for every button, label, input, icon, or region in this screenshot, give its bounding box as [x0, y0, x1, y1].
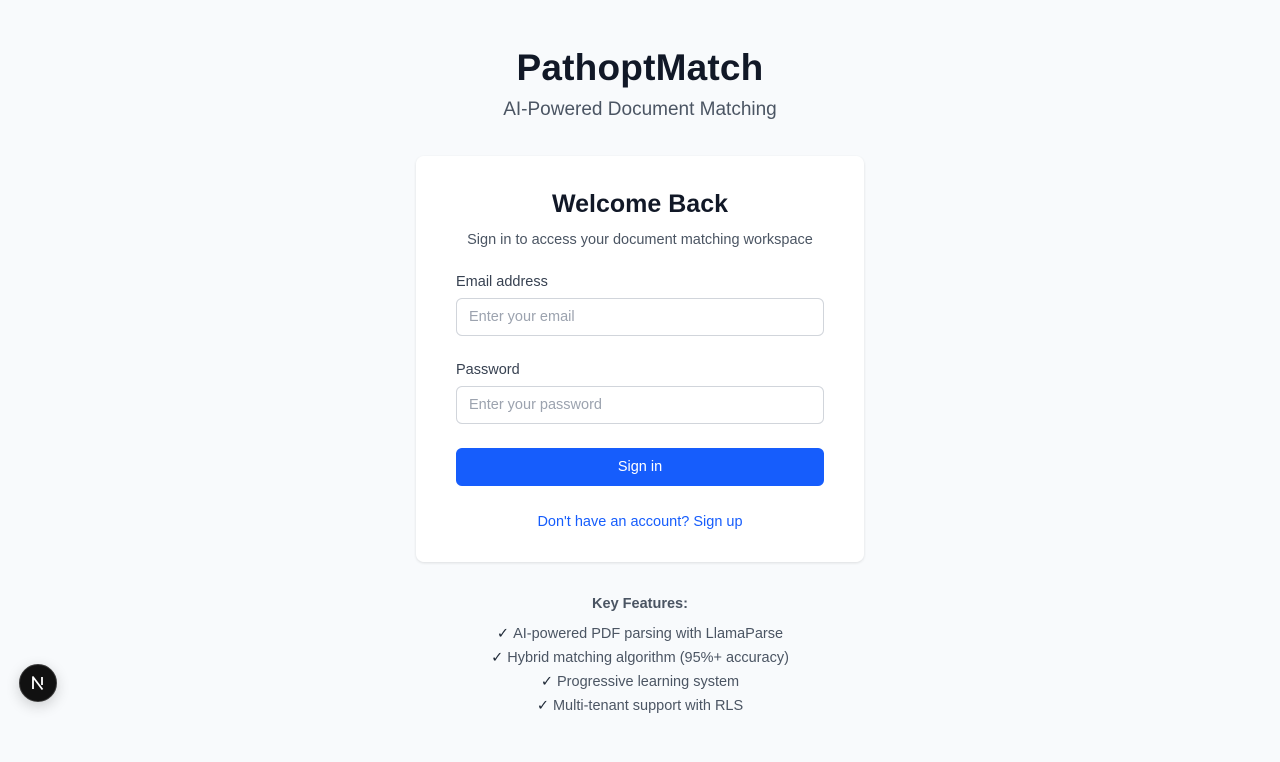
checkmark-icon: ✓: [540, 674, 553, 690]
feature-item: ✓ Hybrid matching algorithm (95%+ accurac…: [0, 646, 1280, 670]
features-list: ✓ AI-powered PDF parsing with LlamaParse …: [0, 622, 1280, 718]
key-features: Key Features: ✓ AI-powered PDF parsing wi…: [0, 594, 1280, 718]
app-subtitle: AI-Powered Document Matching: [503, 99, 777, 120]
signin-card: Welcome Back Sign in to access your docu…: [416, 156, 864, 562]
app-title: PathoptMatch: [516, 47, 764, 88]
nextjs-dev-indicator-button[interactable]: [19, 664, 57, 702]
email-field[interactable]: [456, 298, 824, 336]
password-field[interactable]: [456, 386, 824, 424]
checkmark-icon: ✓: [496, 626, 510, 642]
nextjs-n-icon: [32, 676, 44, 691]
email-label: Email address: [456, 274, 548, 290]
feature-item: ✓ AI-powered PDF parsing with LlamaParse: [0, 622, 1280, 646]
email-field-group: Email address: [456, 272, 824, 336]
card-subtitle: Sign in to access your document matching…: [467, 232, 813, 248]
password-field-group: Password: [456, 360, 824, 424]
feature-text: Progressive learning system: [557, 674, 740, 690]
features-title: Key Features:: [592, 596, 688, 612]
feature-item: ✓ Progressive learning system: [0, 670, 1280, 694]
signin-button[interactable]: Sign in: [456, 448, 824, 486]
app-header: PathoptMatch AI-Powered Document Matchin…: [0, 46, 1280, 122]
password-label: Password: [456, 362, 520, 378]
feature-text: Multi-tenant support with RLS: [552, 698, 744, 714]
signup-link[interactable]: Don't have an account? Sign up: [456, 512, 824, 532]
feature-text: Hybrid matching algorithm (95%+ accuracy…: [507, 650, 789, 666]
feature-text: AI-powered PDF parsing with LlamaParse: [513, 626, 784, 642]
checkmark-icon: ✓: [536, 698, 549, 714]
card-title: Welcome Back: [551, 190, 728, 218]
feature-item: ✓ Multi-tenant support with RLS: [0, 694, 1280, 718]
checkmark-icon: ✓: [491, 650, 504, 666]
